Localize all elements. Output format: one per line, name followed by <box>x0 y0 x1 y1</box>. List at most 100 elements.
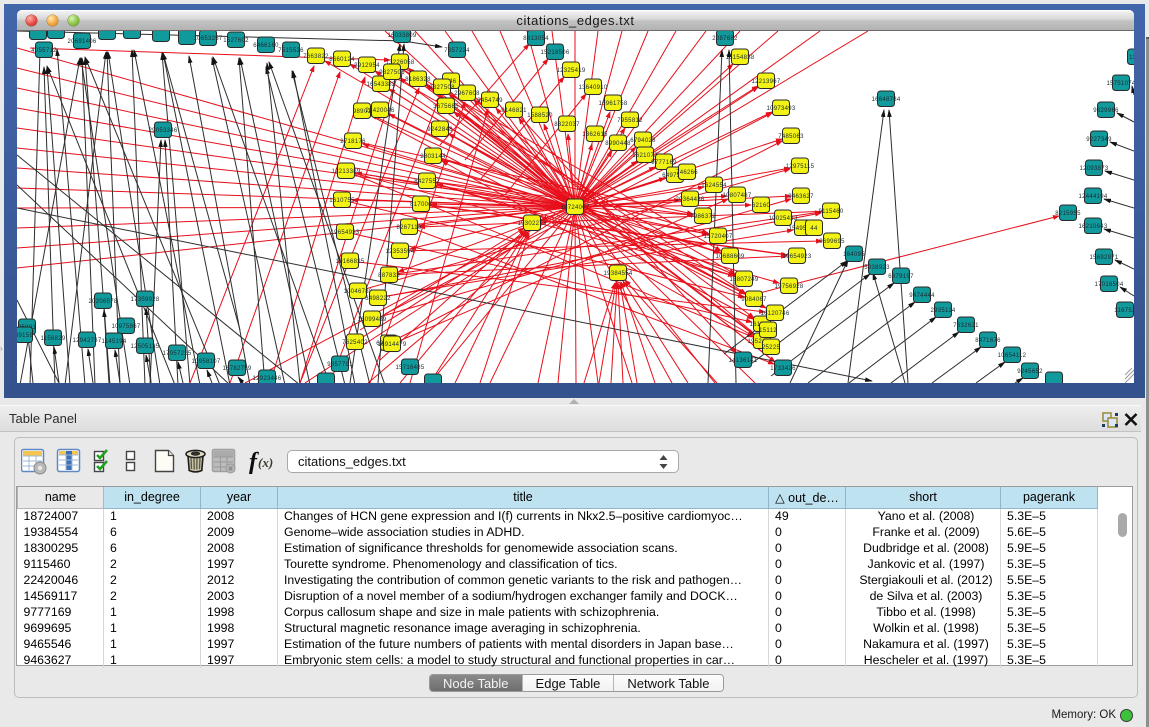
svg-text:12093873: 12093873 <box>1079 166 1108 172</box>
svg-text:9115460: 9115460 <box>818 209 843 215</box>
svg-text:20206578: 20206578 <box>88 299 117 305</box>
svg-text:1362615: 1362615 <box>582 132 608 138</box>
svg-text:10807487: 10807487 <box>722 193 751 199</box>
svg-text:19654933: 19654933 <box>330 230 359 236</box>
svg-text:9245652: 9245652 <box>1017 369 1043 375</box>
svg-text:1588520: 1588520 <box>527 113 553 119</box>
svg-text:18724007: 18724007 <box>560 205 589 211</box>
svg-text:8813054: 8813054 <box>523 36 549 42</box>
svg-text:10973493: 10973493 <box>766 106 795 112</box>
svg-text:9084067: 9084067 <box>741 297 767 303</box>
svg-text:7986372: 7986372 <box>690 214 716 220</box>
svg-text:20691406: 20691406 <box>67 39 96 45</box>
svg-text:9329966: 9329966 <box>1093 108 1119 114</box>
svg-text:25225: 25225 <box>762 345 781 351</box>
svg-text:7663822: 7663822 <box>303 54 329 60</box>
svg-text:887833: 887833 <box>378 273 400 279</box>
svg-text:7632621: 7632621 <box>953 323 979 329</box>
svg-text:1621072: 1621072 <box>632 153 658 159</box>
svg-text:1145194: 1145194 <box>101 339 126 345</box>
svg-text:17957225: 17957225 <box>162 351 191 357</box>
svg-text:10046788: 10046788 <box>343 289 372 295</box>
svg-text:6466160: 6466160 <box>253 43 279 49</box>
svg-text:15720407: 15720407 <box>703 234 732 240</box>
svg-text:16210643: 16210643 <box>1078 224 1107 230</box>
svg-text:7485063: 7485063 <box>778 134 804 140</box>
svg-text:10654112: 10654112 <box>998 353 1027 359</box>
svg-text:2803144: 2803144 <box>420 154 446 160</box>
svg-text:10958107: 10958107 <box>191 359 220 365</box>
svg-text:9699695: 9699695 <box>819 239 845 245</box>
svg-text:16648784: 16648784 <box>871 97 900 103</box>
svg-text:1112: 1112 <box>1129 55 1134 61</box>
svg-text:16033809: 16033809 <box>387 33 416 39</box>
svg-text:3675685: 3675685 <box>433 104 459 110</box>
svg-text:8471676: 8471676 <box>975 338 1001 344</box>
svg-text:16154838: 16154838 <box>725 55 754 61</box>
svg-text:12444194: 12444194 <box>1078 194 1107 200</box>
svg-text:10975867: 10975867 <box>111 324 140 330</box>
svg-text:16543382: 16543382 <box>366 82 395 88</box>
svg-text:3498222: 3498222 <box>365 296 391 302</box>
svg-text:1610755: 1610755 <box>329 198 355 204</box>
svg-text:29053346: 29053346 <box>148 128 177 134</box>
svg-text:9146821: 9146821 <box>501 108 527 114</box>
svg-text:17016504: 17016504 <box>1094 282 1123 288</box>
svg-text:15112: 15112 <box>759 328 777 334</box>
svg-text:62160: 62160 <box>752 203 771 209</box>
svg-text:7515526: 7515526 <box>278 48 304 54</box>
svg-text:2935114: 2935114 <box>930 308 955 314</box>
svg-text:19166825: 19166825 <box>335 259 364 265</box>
svg-text:15692971: 15692971 <box>1089 255 1118 261</box>
svg-text:164095: 164095 <box>843 252 865 258</box>
svg-text:8660124: 8660124 <box>329 57 355 63</box>
svg-text:817006: 817006 <box>410 202 432 208</box>
svg-text:6794028: 6794028 <box>630 138 656 144</box>
svg-text:116753: 116753 <box>1114 308 1134 314</box>
svg-text:18807249: 18807249 <box>729 277 758 283</box>
svg-text:39159: 39159 <box>17 333 33 339</box>
svg-text:15716485: 15716485 <box>395 365 424 371</box>
svg-text:8267110: 8267110 <box>396 225 421 231</box>
svg-text:9242848: 9242848 <box>427 127 453 133</box>
svg-text:12353594: 12353594 <box>385 249 414 255</box>
svg-text:15751074: 15751074 <box>1106 81 1134 87</box>
svg-text:3912954: 3912954 <box>354 63 380 69</box>
svg-text:22420046: 22420046 <box>365 108 394 114</box>
svg-text:12325419: 12325419 <box>556 68 585 74</box>
svg-text:1733426: 1733426 <box>770 366 796 372</box>
svg-text:17359928: 17359928 <box>130 297 159 303</box>
svg-text:9227349: 9227349 <box>1086 137 1112 143</box>
svg-text:12213967: 12213967 <box>751 79 780 85</box>
svg-text:2087682: 2087682 <box>712 36 738 42</box>
svg-text:19302273: 19302273 <box>517 221 546 227</box>
svg-text:8215955: 8215955 <box>1055 211 1081 217</box>
svg-text:19654923: 19654923 <box>782 254 811 260</box>
svg-text:16782759: 16782759 <box>222 366 251 372</box>
svg-text:2967608: 2967608 <box>454 91 480 97</box>
svg-text:9474444: 9474444 <box>909 293 935 299</box>
svg-text:20364436: 20364436 <box>675 197 704 203</box>
svg-text:10653257: 10653257 <box>193 36 222 42</box>
svg-text:746266: 746266 <box>676 170 698 176</box>
svg-text:8454749: 8454749 <box>477 98 503 104</box>
svg-text:10688609: 10688609 <box>715 254 744 260</box>
svg-text:4055712: 4055712 <box>31 48 57 54</box>
svg-text:16914479: 16914479 <box>377 342 406 348</box>
svg-text:12923446: 12923446 <box>252 376 281 382</box>
svg-text:8427552: 8427552 <box>414 179 440 185</box>
svg-text:9463627: 9463627 <box>788 194 814 200</box>
svg-text:12975115: 12975115 <box>786 164 815 170</box>
svg-text:10025433: 10025433 <box>768 216 797 222</box>
svg-text:14136141: 14136141 <box>728 358 757 364</box>
svg-text:1527602: 1527602 <box>223 38 249 44</box>
svg-text:16961758: 16961758 <box>598 101 627 107</box>
svg-text:7357224: 7357224 <box>444 48 470 54</box>
svg-text:12213389: 12213389 <box>331 169 360 175</box>
svg-text:9777169: 9777169 <box>651 160 677 166</box>
svg-text:(x): (x) <box>258 455 273 470</box>
svg-text:7625402: 7625402 <box>342 340 368 346</box>
svg-text:9327508: 9327508 <box>429 85 455 91</box>
svg-text:5938923: 5938923 <box>864 265 890 271</box>
svg-text:16120746: 16120746 <box>760 311 789 317</box>
